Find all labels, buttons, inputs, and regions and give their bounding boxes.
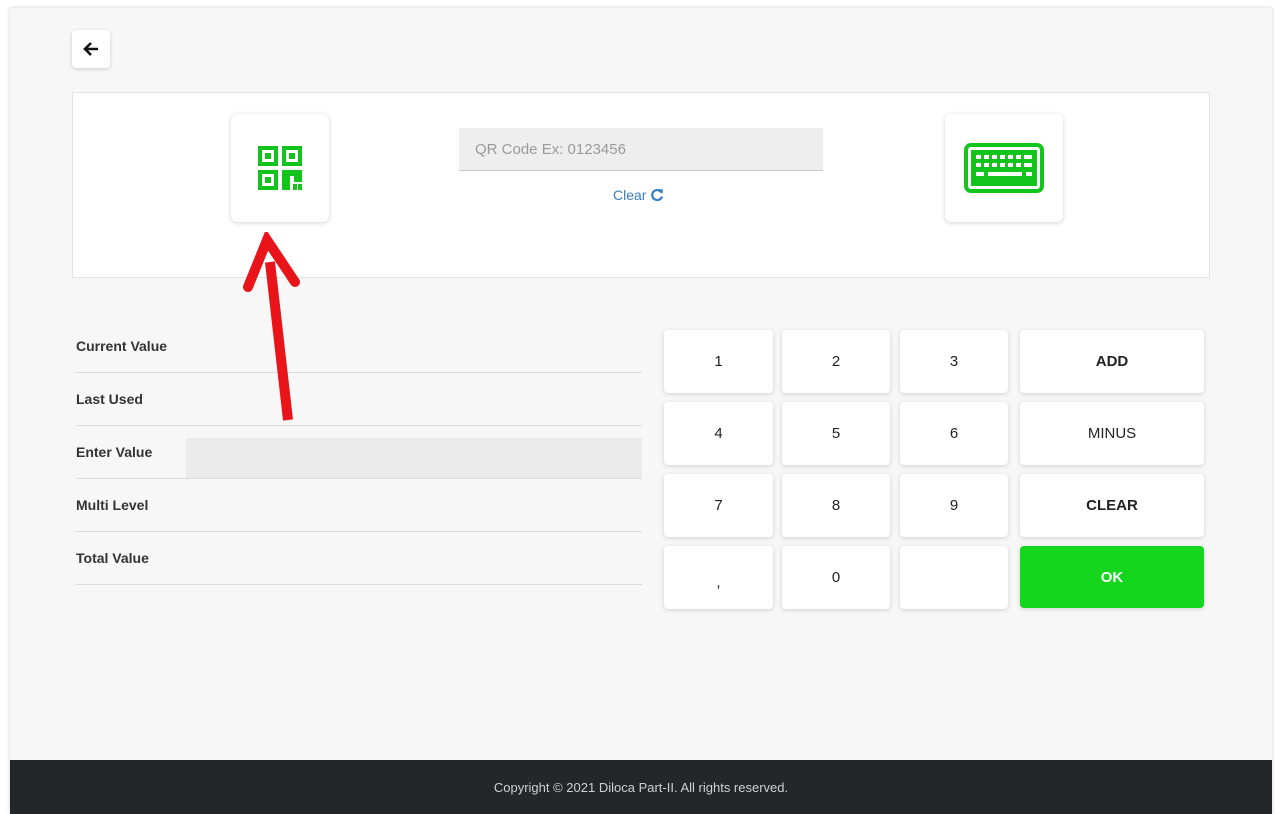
key-2[interactable]: 2 <box>782 330 890 393</box>
qr-code-input[interactable] <box>459 128 823 171</box>
key-9[interactable]: 9 <box>900 474 1008 537</box>
field-multi-level: Multi Level <box>76 479 642 532</box>
keyboard-button[interactable] <box>945 114 1063 222</box>
value-fields: Current Value Last Used Enter Value Mult… <box>76 320 642 585</box>
copyright-text: Copyright © 2021 Diloca Part-II. All rig… <box>493 779 789 795</box>
key-blank[interactable] <box>900 546 1008 609</box>
clear-label: Clear <box>613 187 647 203</box>
annotation-arrow <box>243 232 300 421</box>
back-button[interactable] <box>72 30 110 68</box>
field-enter-value: Enter Value <box>76 426 642 479</box>
keypad: 1 2 3 ADD 4 5 6 MINUS 7 8 9 CLEAR , 0 OK <box>664 330 1206 610</box>
key-1[interactable]: 1 <box>664 330 773 393</box>
field-current-value: Current Value <box>76 320 642 373</box>
key-3[interactable]: 3 <box>900 330 1008 393</box>
field-label: Total Value <box>76 550 149 566</box>
field-total-value: Total Value <box>76 532 642 585</box>
key-5[interactable]: 5 <box>782 402 890 465</box>
key-comma[interactable]: , <box>664 546 773 609</box>
refresh-icon <box>651 188 664 202</box>
field-label: Current Value <box>76 338 168 354</box>
qr-scan-button[interactable] <box>231 114 329 222</box>
key-0[interactable]: 0 <box>782 546 890 609</box>
footer: Copyright © 2021 Diloca Part-II. All rig… <box>10 760 1272 814</box>
enter-value-input[interactable] <box>186 438 642 478</box>
field-label: Multi Level <box>76 497 149 513</box>
key-7[interactable]: 7 <box>664 474 773 537</box>
key-8[interactable]: 8 <box>782 474 890 537</box>
field-label: Enter Value <box>76 444 153 460</box>
field-label: Last Used <box>76 391 143 407</box>
field-last-used: Last Used <box>76 373 642 426</box>
qr-code-icon <box>258 146 302 190</box>
keyboard-icon <box>964 143 1044 193</box>
clear-link[interactable]: Clear <box>613 187 664 203</box>
key-4[interactable]: 4 <box>664 402 773 465</box>
ok-button[interactable]: OK <box>1020 546 1204 608</box>
clear-button[interactable]: CLEAR <box>1020 474 1204 537</box>
arrow-left-icon <box>83 42 98 56</box>
add-button[interactable]: ADD <box>1020 330 1204 393</box>
minus-button[interactable]: MINUS <box>1020 402 1204 465</box>
key-6[interactable]: 6 <box>900 402 1008 465</box>
